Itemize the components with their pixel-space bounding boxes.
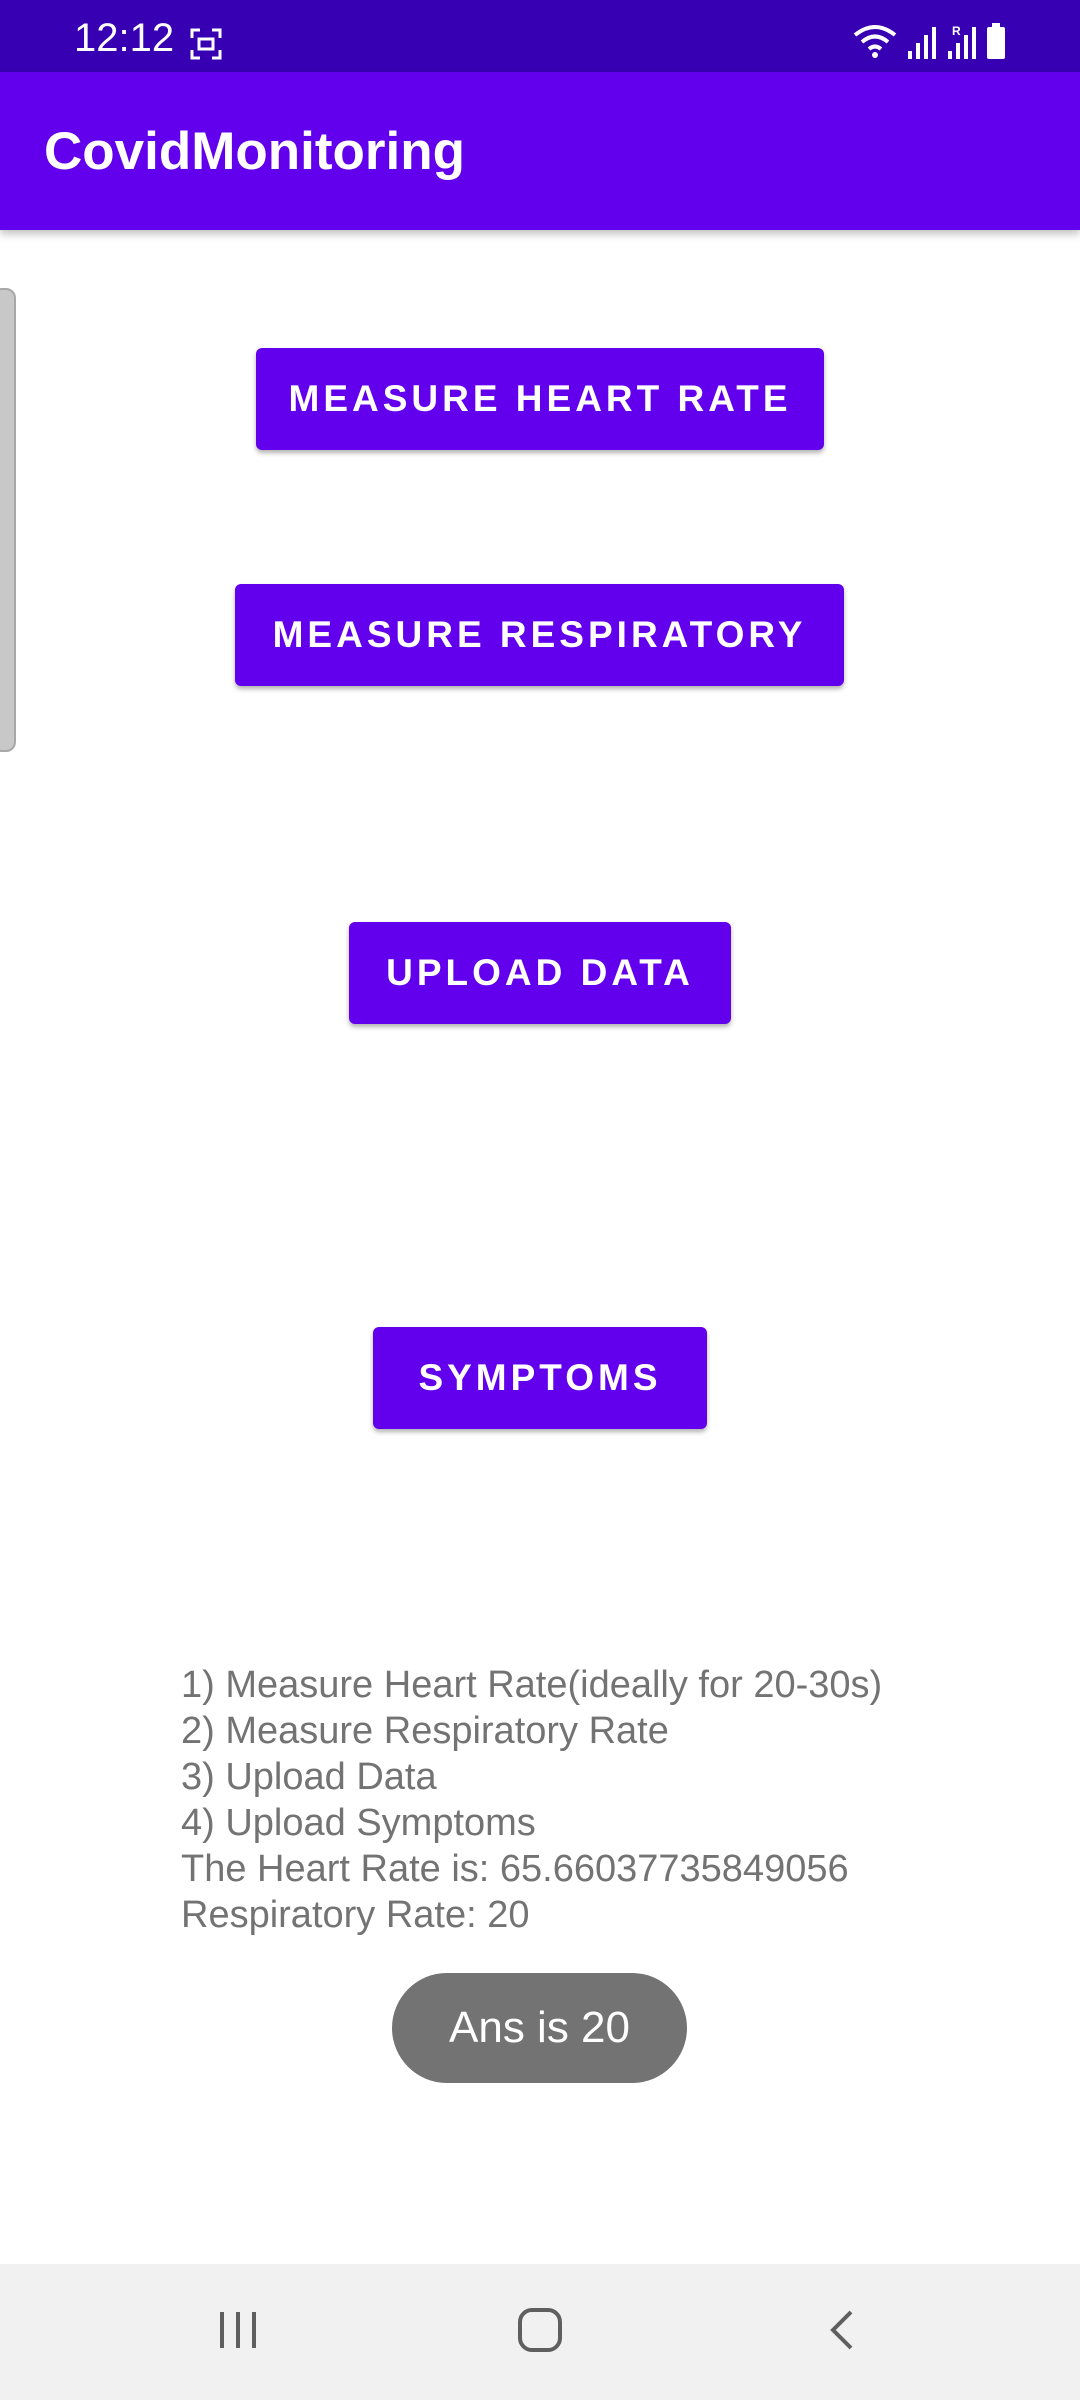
home-button[interactable] (500, 2292, 580, 2372)
instruction-line: 1) Measure Heart Rate(ideally for 20-30s… (181, 1664, 883, 1706)
toast-message: Ans is 20 (392, 1973, 687, 2083)
svg-text:R: R (952, 24, 961, 38)
navigation-bar (0, 2264, 1080, 2400)
screenshot-icon (190, 28, 222, 60)
recents-icon (216, 2308, 260, 2357)
instructions-text: 1) Measure Heart Rate(ideally for 20-30s… (181, 1662, 1041, 1938)
app-title: CovidMonitoring (44, 122, 465, 181)
respiratory-rate-result: Respiratory Rate: 20 (181, 1894, 530, 1936)
battery-icon (986, 23, 1006, 64)
instruction-line: 2) Measure Respiratory Rate (181, 1710, 669, 1752)
heart-rate-result: The Heart Rate is: 65.66037735849056 (181, 1848, 849, 1890)
status-bar: 12:12 R (0, 0, 1080, 72)
recents-button[interactable] (198, 2292, 278, 2372)
home-icon (516, 2306, 564, 2359)
status-time: 12:12 (74, 16, 175, 60)
wifi-icon (852, 23, 898, 64)
edge-panel-handle[interactable] (0, 288, 16, 752)
roaming-signal-icon: R (946, 23, 978, 64)
back-button[interactable] (803, 2292, 883, 2372)
measure-heart-rate-button[interactable]: MEASURE HEART RATE (256, 348, 824, 450)
status-icons: R (852, 23, 1006, 64)
symptoms-button[interactable]: SYMPTOMS (373, 1327, 707, 1429)
upload-data-button[interactable]: UPLOAD DATA (349, 922, 731, 1024)
signal-icon (906, 23, 938, 64)
back-icon (821, 2308, 865, 2357)
instruction-line: 4) Upload Symptoms (181, 1802, 536, 1844)
instruction-line: 3) Upload Data (181, 1756, 437, 1798)
app-bar: CovidMonitoring (0, 72, 1080, 230)
measure-respiratory-button[interactable]: MEASURE RESPIRATORY (235, 584, 844, 686)
